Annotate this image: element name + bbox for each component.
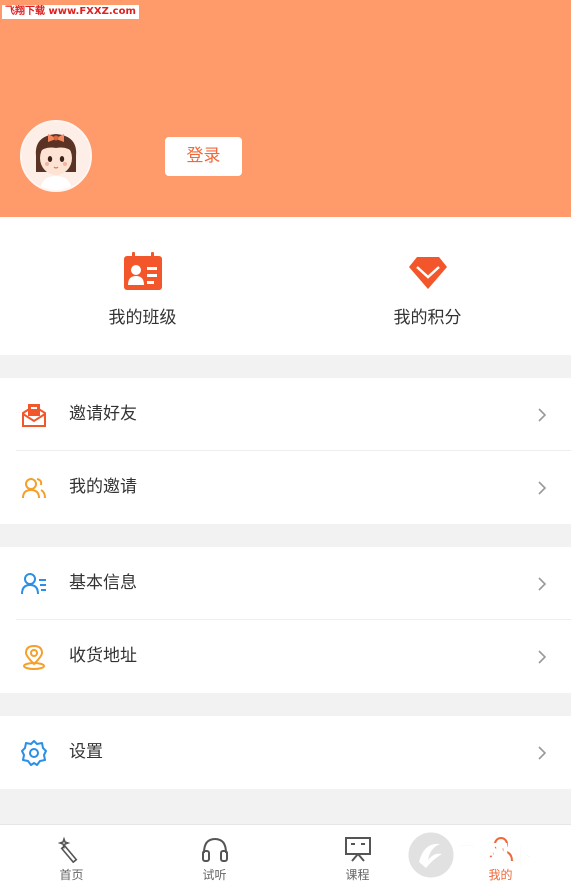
tab-label: 首页 bbox=[59, 868, 84, 882]
menu-label: 设置 bbox=[69, 742, 103, 762]
chevron-right-icon bbox=[538, 746, 547, 760]
menu-group-settings: 设置 bbox=[0, 716, 571, 789]
tab-audition[interactable]: 试听 bbox=[143, 825, 286, 887]
class-card-icon bbox=[123, 252, 162, 290]
people-icon bbox=[22, 478, 46, 499]
avatar[interactable] bbox=[20, 120, 92, 192]
quick-label: 我的积分 bbox=[393, 308, 462, 328]
location-pin-icon bbox=[23, 644, 45, 670]
chevron-right-icon bbox=[538, 650, 547, 664]
watermark-label: 飞翔下载 www.FXXZ.com bbox=[2, 5, 139, 19]
chevron-right-icon bbox=[538, 481, 547, 495]
diamond-icon bbox=[408, 257, 447, 289]
quick-actions: 我的班级 我的积分 bbox=[0, 217, 571, 355]
menu-item-my-invites[interactable]: 我的邀请 bbox=[0, 451, 571, 524]
menu-label: 基本信息 bbox=[69, 573, 137, 593]
quick-label: 我的班级 bbox=[108, 308, 177, 328]
gear-icon bbox=[21, 740, 47, 766]
tab-home[interactable]: 首页 bbox=[0, 825, 143, 887]
invite-envelope-icon bbox=[22, 404, 46, 427]
headphones-icon bbox=[201, 837, 228, 862]
magic-wand-icon bbox=[57, 836, 77, 863]
menu-item-invite-friends[interactable]: 邀请好友 bbox=[0, 378, 571, 451]
menu-label: 我的邀请 bbox=[69, 477, 137, 497]
fxxz-logo-icon: 飞翔下载 bbox=[405, 829, 561, 881]
menu-group-invite: 邀请好友 我的邀请 bbox=[0, 378, 571, 524]
chevron-right-icon bbox=[538, 577, 547, 591]
girl-avatar-icon bbox=[22, 122, 90, 190]
menu-item-shipping-address[interactable]: 收货地址 bbox=[0, 620, 571, 693]
menu-label: 收货地址 bbox=[69, 646, 137, 666]
menu-item-settings[interactable]: 设置 bbox=[0, 716, 571, 789]
my-points-button[interactable]: 我的积分 bbox=[285, 217, 570, 355]
login-button[interactable]: 登录 bbox=[165, 137, 242, 176]
chevron-right-icon bbox=[538, 408, 547, 422]
menu-label: 邀请好友 bbox=[69, 404, 137, 424]
menu-group-info: 基本信息 收货地址 bbox=[0, 547, 571, 693]
menu-item-basic-info[interactable]: 基本信息 bbox=[0, 547, 571, 620]
site-logo-watermark: 飞翔下载 bbox=[404, 826, 569, 884]
blackboard-icon bbox=[344, 837, 371, 862]
profile-header: 登录 bbox=[0, 0, 571, 217]
my-class-button[interactable]: 我的班级 bbox=[0, 217, 285, 355]
logo-watermark-text: 飞翔下载 bbox=[456, 842, 560, 872]
tab-label: 试听 bbox=[202, 868, 227, 882]
user-info-icon bbox=[21, 573, 46, 595]
